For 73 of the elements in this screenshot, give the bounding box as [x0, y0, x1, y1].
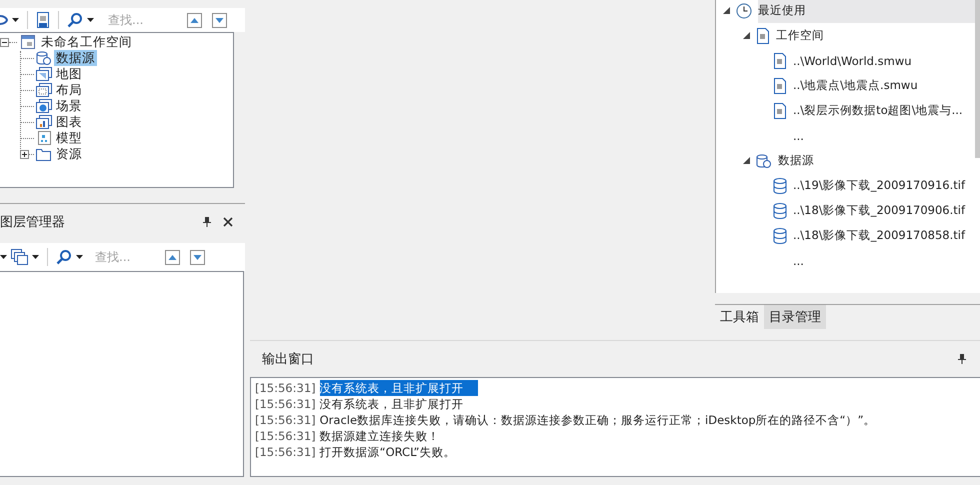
database-icon — [756, 154, 772, 168]
database-icon — [773, 202, 787, 218]
tree-item[interactable]: 数据源 — [54, 50, 97, 66]
move-up-button[interactable] — [165, 250, 180, 264]
tree-item[interactable]: 布局 — [54, 82, 84, 98]
document-icon — [773, 78, 787, 94]
timestamp: [15:56:31] — [255, 396, 316, 412]
database-icon — [36, 51, 52, 65]
document-icon — [773, 52, 787, 68]
tree-item[interactable]: ..\地震点\地震点.smwu — [793, 78, 918, 93]
close-icon[interactable] — [223, 216, 233, 226]
log-message[interactable]: 没有系统表，且非扩展打开 — [320, 396, 464, 412]
log-message[interactable]: 没有系统表，且非扩展打开 — [320, 380, 478, 396]
caret-icon[interactable] — [87, 18, 94, 22]
expanded-arrow-icon[interactable] — [723, 7, 730, 14]
workspace-icon — [756, 28, 770, 44]
search-icon[interactable] — [56, 249, 72, 265]
tree-item[interactable]: ..\19\影像下载_2009170916.tif — [793, 178, 966, 193]
panel-title: 输出窗口 — [262, 351, 315, 368]
tree-item[interactable]: 地图 — [54, 66, 84, 82]
move-down-button[interactable] — [190, 250, 205, 264]
caret-icon[interactable] — [32, 255, 39, 259]
move-down-button[interactable] — [212, 12, 227, 28]
document-icon — [773, 102, 787, 118]
search-field[interactable]: 查找... — [95, 250, 161, 264]
tree-item[interactable]: ..\18\影像下载_2009170906.tif — [793, 203, 966, 218]
panel-title: 图层管理器 — [0, 214, 66, 230]
log-message[interactable]: 打开数据源“ORCL”失败。 — [320, 444, 456, 460]
more-text[interactable]: ... — [793, 254, 804, 268]
globe-icon — [36, 99, 52, 113]
tree-item[interactable]: 场景 — [54, 98, 84, 114]
timestamp: [15:56:31] — [255, 428, 316, 444]
move-up-button[interactable] — [187, 12, 202, 28]
map-icon — [36, 67, 52, 81]
log-message[interactable]: 数据源建立连接失败！ — [320, 428, 440, 444]
collapse-box-icon[interactable] — [0, 38, 9, 46]
expanded-arrow-icon[interactable] — [743, 157, 750, 164]
timestamp: [15:56:31] — [255, 412, 316, 428]
tree-item[interactable]: 未命名工作空间 — [39, 34, 134, 50]
database-icon — [773, 178, 787, 194]
tab[interactable]: 目录管理 — [764, 305, 826, 329]
caret-icon[interactable] — [0, 255, 7, 259]
tree-item[interactable]: 资源 — [54, 146, 84, 162]
bar-chart-icon — [36, 115, 52, 129]
layout-icon — [36, 83, 52, 97]
log-message[interactable]: Oracle数据库连接失败，请确认：数据源连接参数正确；服务运行正常；iDesktop所在的路径不含“）”。 — [320, 412, 876, 428]
timestamp: [15:56:31] — [255, 380, 316, 396]
expanded-arrow-icon[interactable] — [743, 32, 750, 39]
scrollbar[interactable] — [975, 0, 980, 158]
timestamp: [15:56:31] — [255, 444, 316, 460]
pin-icon[interactable] — [958, 354, 966, 364]
tree-item[interactable]: ..\18\影像下载_2009170858.tif — [793, 228, 966, 243]
document-icon[interactable] — [36, 12, 50, 28]
caret-icon[interactable] — [12, 18, 19, 22]
tree-item[interactable]: 数据源 — [778, 153, 814, 168]
database-icon — [773, 228, 787, 244]
tree-item[interactable]: ..\裂层示例数据to超图\地震与... — [793, 103, 963, 118]
search-icon[interactable] — [67, 12, 83, 28]
search-field[interactable]: 查找... — [108, 13, 183, 27]
tree-item[interactable]: ..\World\World.smwu — [793, 54, 912, 68]
tab[interactable]: 工具箱 — [715, 305, 764, 329]
pin-icon[interactable] — [203, 216, 211, 226]
tree-item[interactable]: 图表 — [54, 114, 84, 130]
model-icon — [36, 131, 52, 145]
workspace-icon — [21, 35, 35, 49]
folder-icon — [36, 147, 52, 161]
more-text[interactable]: ... — [793, 128, 804, 142]
expand-box-icon[interactable] — [20, 150, 29, 158]
layers-icon[interactable] — [11, 249, 28, 265]
clock-icon — [736, 2, 752, 18]
caret-icon[interactable] — [76, 255, 83, 259]
tree-item[interactable]: 工作空间 — [776, 28, 824, 43]
tree-item[interactable]: 模型 — [54, 130, 84, 146]
